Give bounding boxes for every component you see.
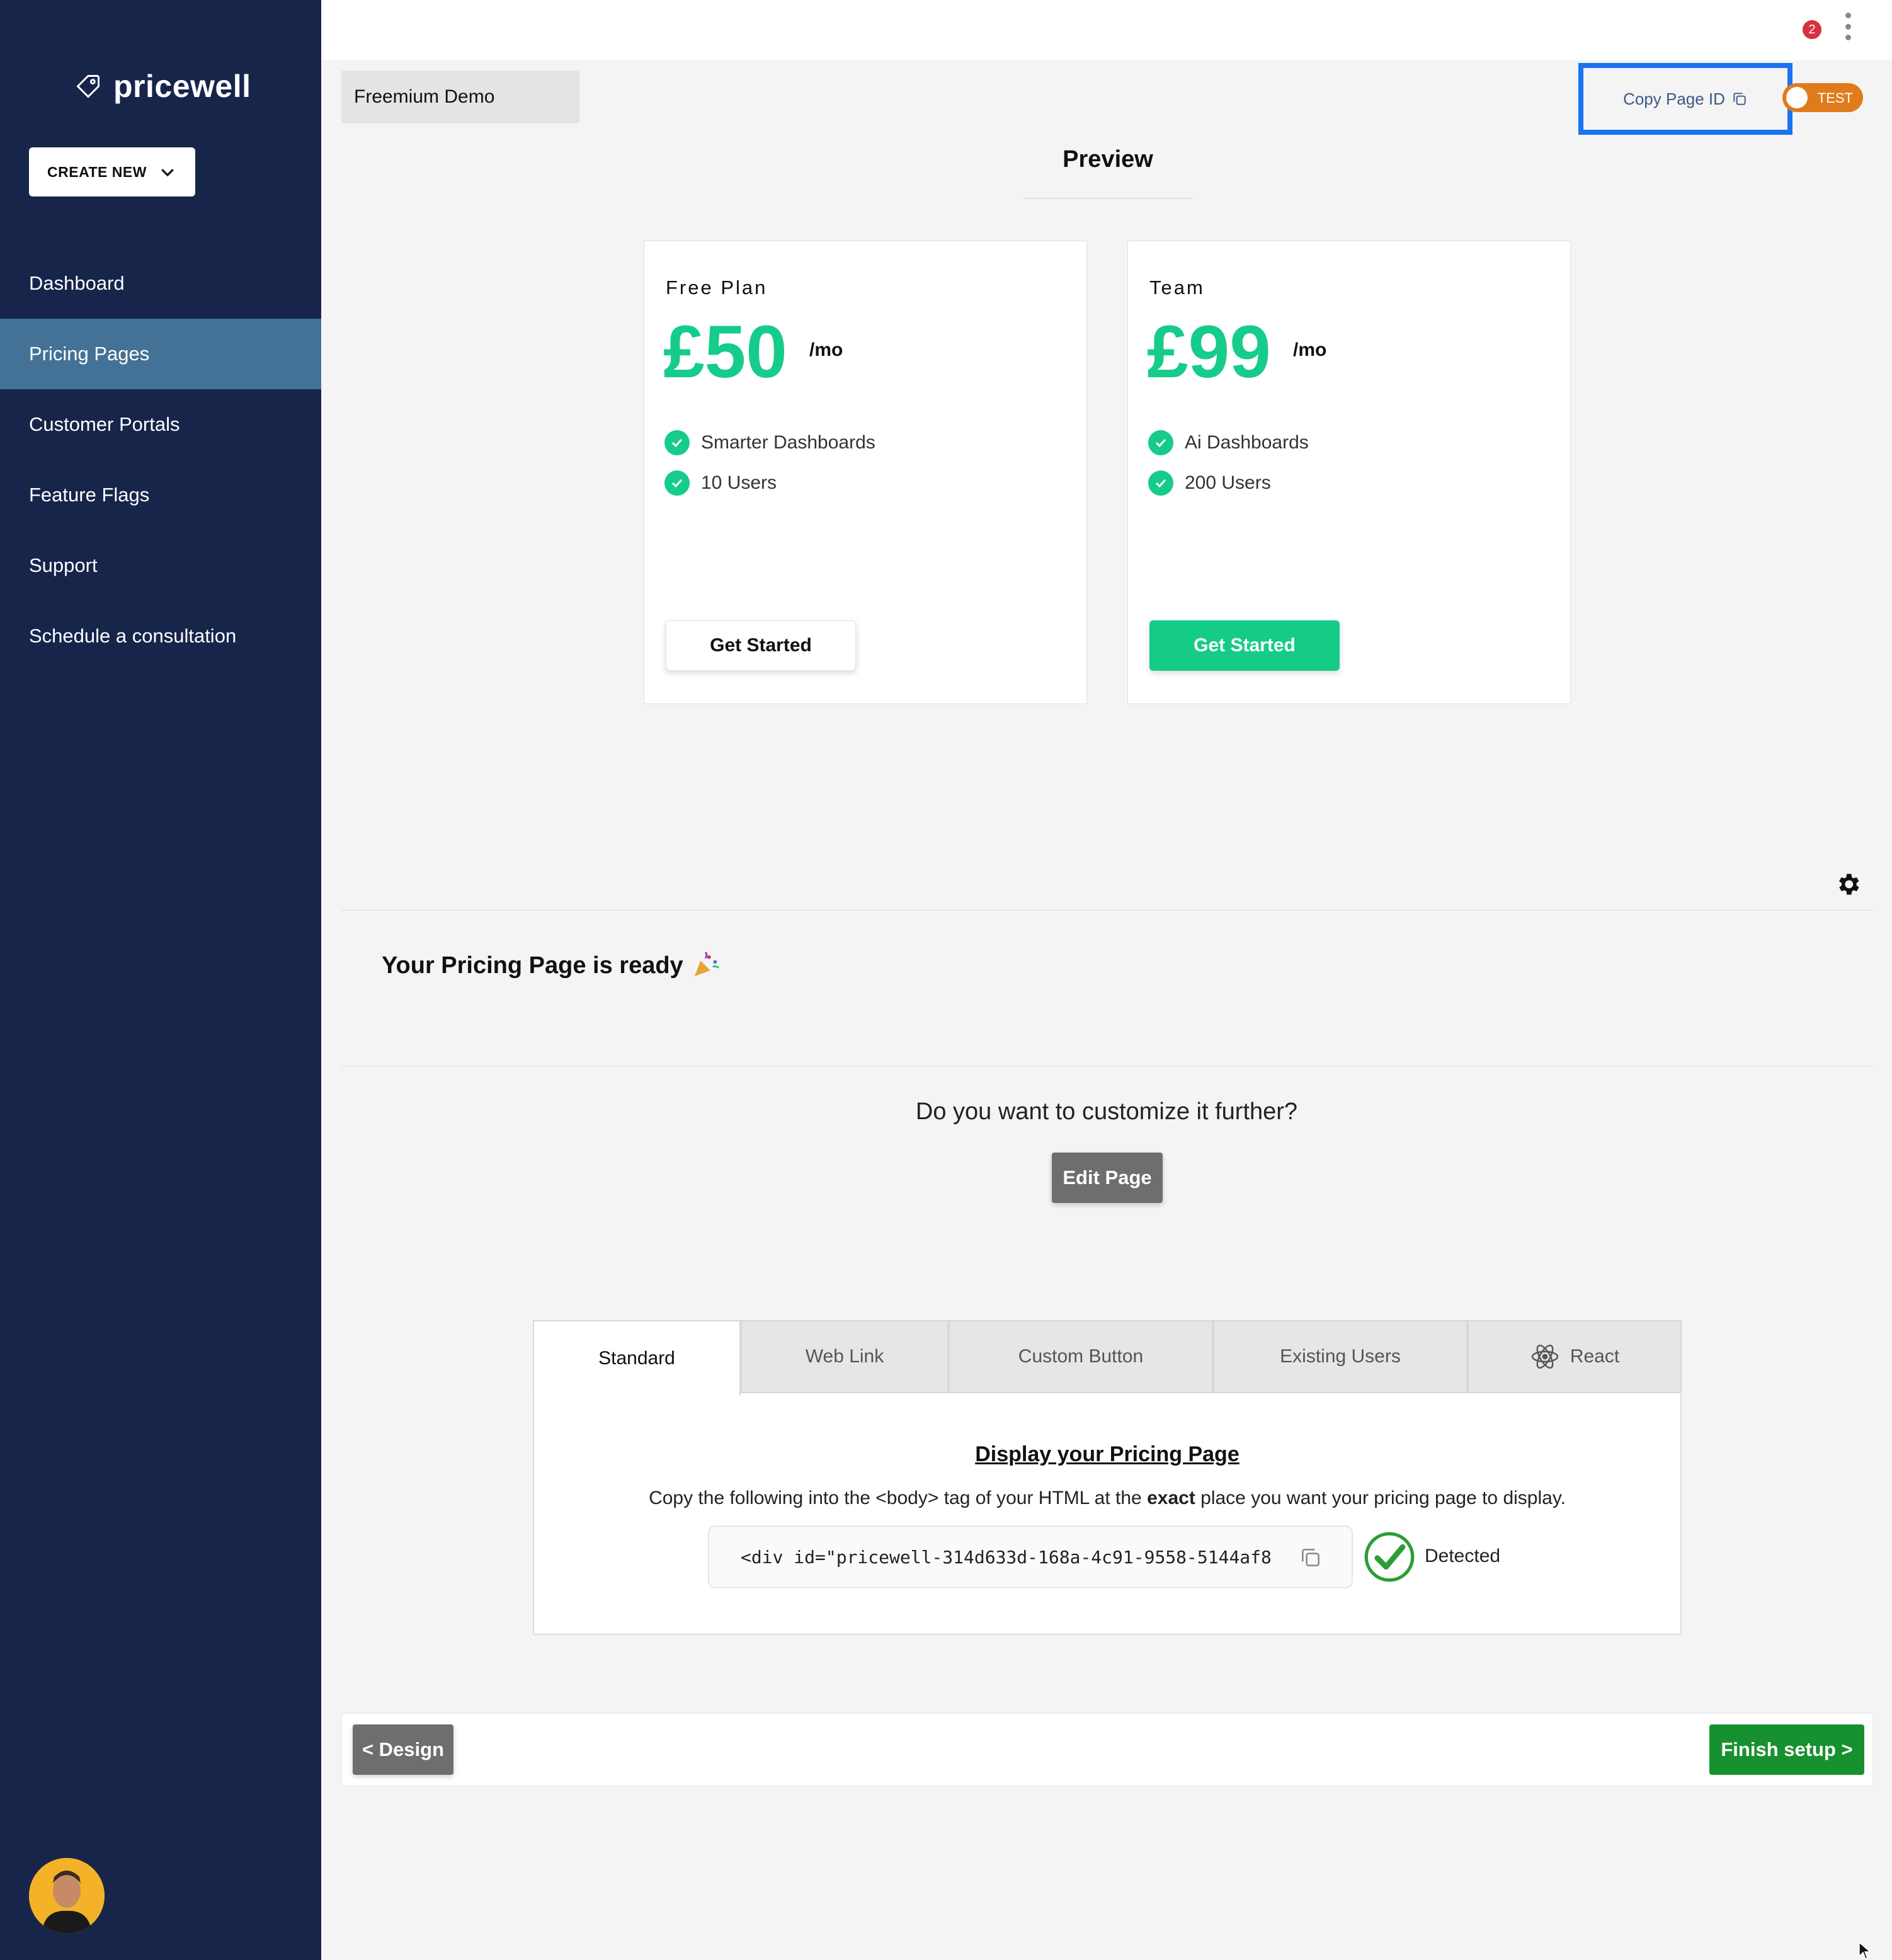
- check-circle-icon: [1364, 1532, 1415, 1582]
- sidebar-item-label: Pricing Pages: [29, 343, 150, 365]
- price-tag-icon: [76, 75, 100, 98]
- preview-title: Preview: [1063, 146, 1153, 173]
- feature-label: Smarter Dashboards: [701, 432, 875, 453]
- check-circle-icon: [1148, 470, 1173, 496]
- tab-web-link[interactable]: Web Link: [741, 1320, 949, 1393]
- plan-period: /mo: [1293, 339, 1327, 360]
- sidebar-item-label: Schedule a consultation: [29, 625, 237, 647]
- chevron-down-icon: [161, 169, 174, 177]
- divider: [1023, 198, 1193, 199]
- copy-icon[interactable]: [1299, 1546, 1323, 1570]
- notification-badge[interactable]: 2: [1803, 20, 1821, 39]
- divider: [341, 909, 1873, 911]
- sidebar-item-label: Dashboard: [29, 272, 125, 294]
- test-mode-toggle[interactable]: TEST: [1782, 83, 1863, 112]
- more-menu-icon[interactable]: [1840, 13, 1855, 40]
- tab-react[interactable]: React: [1467, 1320, 1682, 1393]
- react-icon: [1531, 1345, 1559, 1369]
- sidebar-item-customer-portals[interactable]: Customer Portals: [0, 389, 321, 460]
- embed-code-field[interactable]: <div id="pricewell-314d633d-168a-4c91-95…: [708, 1525, 1353, 1588]
- pricing-card-team: Team £99 /mo Ai Dashboards 200 Users Get…: [1127, 241, 1571, 704]
- divider: [341, 1066, 1873, 1067]
- create-new-label: CREATE NEW: [47, 163, 147, 180]
- plan-period: /mo: [809, 339, 843, 360]
- get-started-button[interactable]: Get Started: [666, 620, 856, 671]
- sidebar-item-feature-flags[interactable]: Feature Flags: [0, 460, 321, 530]
- sidebar-item-label: Support: [29, 554, 98, 576]
- ready-heading: Your Pricing Page is ready: [382, 951, 720, 980]
- check-circle-icon: [1148, 430, 1173, 455]
- footer-bar: [341, 1713, 1873, 1786]
- gear-icon[interactable]: [1834, 870, 1862, 898]
- logo[interactable]: pricewell: [74, 68, 251, 105]
- feature-item: Ai Dashboards: [1148, 430, 1309, 455]
- display-title: Display your Pricing Page: [975, 1442, 1239, 1466]
- ready-title: Your Pricing Page is ready: [382, 952, 683, 979]
- feature-item: Smarter Dashboards: [664, 430, 875, 455]
- plan-name: Team: [1149, 276, 1205, 299]
- feature-label: 200 Users: [1185, 472, 1271, 493]
- user-avatar-icon: [29, 1858, 105, 1934]
- feature-item: 200 Users: [1148, 470, 1271, 496]
- avatar[interactable]: [29, 1858, 105, 1934]
- get-started-button[interactable]: Get Started: [1149, 620, 1340, 671]
- plan-price: £50: [663, 311, 787, 394]
- sidebar-item-dashboard[interactable]: Dashboard: [0, 248, 321, 319]
- top-bar: [321, 0, 1892, 60]
- copy-icon: [1733, 93, 1746, 105]
- feature-label: 10 Users: [701, 472, 777, 493]
- sidebar-item-support[interactable]: Support: [0, 530, 321, 601]
- create-new-button[interactable]: CREATE NEW: [29, 147, 195, 197]
- tab-label: Existing Users: [1280, 1346, 1401, 1367]
- tab-custom-button[interactable]: Custom Button: [949, 1320, 1213, 1393]
- tab-standard[interactable]: Standard: [533, 1320, 741, 1396]
- pricing-card-free: Free Plan £50 /mo Smarter Dashboards 10 …: [644, 241, 1087, 704]
- display-instructions: Copy the following into the <body> tag o…: [649, 1488, 1566, 1508]
- sidebar-item-label: Feature Flags: [29, 484, 150, 506]
- check-circle-icon: [664, 430, 690, 455]
- page-name-field[interactable]: Freemium Demo: [341, 71, 579, 123]
- copy-page-id-label: Copy Page ID: [1623, 89, 1725, 108]
- test-mode-label: TEST: [1817, 90, 1853, 106]
- tab-existing-users[interactable]: Existing Users: [1213, 1320, 1467, 1393]
- feature-label: Ai Dashboards: [1185, 432, 1309, 453]
- mouse-cursor-icon: [1859, 1941, 1871, 1959]
- feature-item: 10 Users: [664, 470, 777, 496]
- customize-question: Do you want to customize it further?: [915, 1098, 1298, 1125]
- copy-page-id-button[interactable]: Copy Page ID: [1578, 63, 1792, 135]
- tab-label: Web Link: [805, 1346, 884, 1367]
- code-snippet[interactable]: <div id="pricewell-314d633d-168a-4c91-95…: [741, 1547, 1282, 1568]
- sidebar: pricewell CREATE NEW Dashboard Pricing P…: [0, 0, 321, 1960]
- plan-name: Free Plan: [666, 276, 768, 299]
- detected-status: Detected: [1425, 1546, 1501, 1566]
- tab-label: React: [1570, 1346, 1620, 1367]
- toggle-knob: [1786, 87, 1808, 108]
- finish-setup-button[interactable]: Finish setup >: [1709, 1724, 1864, 1775]
- back-design-button[interactable]: < Design: [353, 1724, 453, 1775]
- plan-price: £99: [1147, 311, 1271, 394]
- app-name: pricewell: [113, 69, 251, 104]
- sidebar-item-schedule-consultation[interactable]: Schedule a consultation: [0, 601, 321, 671]
- party-popper-icon: [694, 951, 719, 977]
- edit-page-button[interactable]: Edit Page: [1052, 1153, 1163, 1203]
- sidebar-nav: Dashboard Pricing Pages Customer Portals…: [0, 248, 321, 671]
- tab-label: Standard: [598, 1348, 675, 1369]
- tab-label: Custom Button: [1018, 1346, 1144, 1367]
- sidebar-item-label: Customer Portals: [29, 413, 180, 435]
- sidebar-item-pricing-pages[interactable]: Pricing Pages: [0, 319, 321, 389]
- check-circle-icon: [664, 470, 690, 496]
